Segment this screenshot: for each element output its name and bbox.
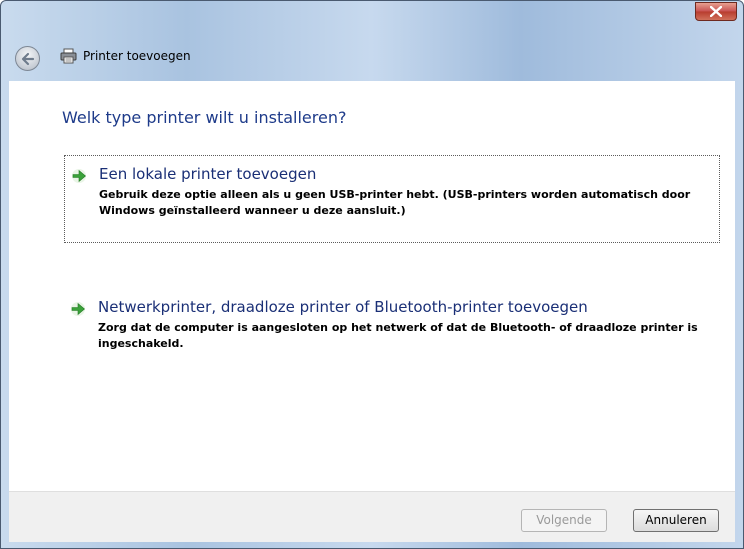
page-heading: Welk type printer wilt u installeren? (62, 108, 347, 127)
option-title: Een lokale printer toevoegen (99, 165, 317, 183)
close-button[interactable] (695, 2, 737, 21)
window-title: Printer toevoegen (83, 49, 191, 63)
printer-icon (60, 48, 77, 64)
wizard-footer: Volgende Annuleren (9, 491, 735, 542)
add-printer-window: Printer toevoegen Welk type printer wilt… (0, 0, 744, 549)
back-button[interactable] (15, 46, 40, 71)
title-bar[interactable]: Printer toevoegen (1, 1, 743, 79)
wizard-content: Welk type printer wilt u installeren? Ee… (9, 81, 735, 491)
option-local-printer[interactable]: Een lokale printer toevoegen Gebruik dez… (64, 155, 720, 243)
option-network-printer[interactable]: Netwerkprinter, draadloze printer of Blu… (64, 289, 720, 377)
next-button[interactable]: Volgende (521, 509, 607, 532)
cancel-button[interactable]: Annuleren (633, 509, 719, 532)
option-description: Gebruik deze optie alleen als u geen USB… (99, 188, 691, 217)
option-description: Zorg dat de computer is aangesloten op h… (98, 321, 698, 350)
back-arrow-icon (21, 52, 35, 66)
close-icon (710, 6, 722, 17)
green-arrow-icon (72, 169, 86, 183)
green-arrow-icon (71, 302, 85, 316)
option-title: Netwerkprinter, draadloze printer of Blu… (98, 298, 588, 316)
